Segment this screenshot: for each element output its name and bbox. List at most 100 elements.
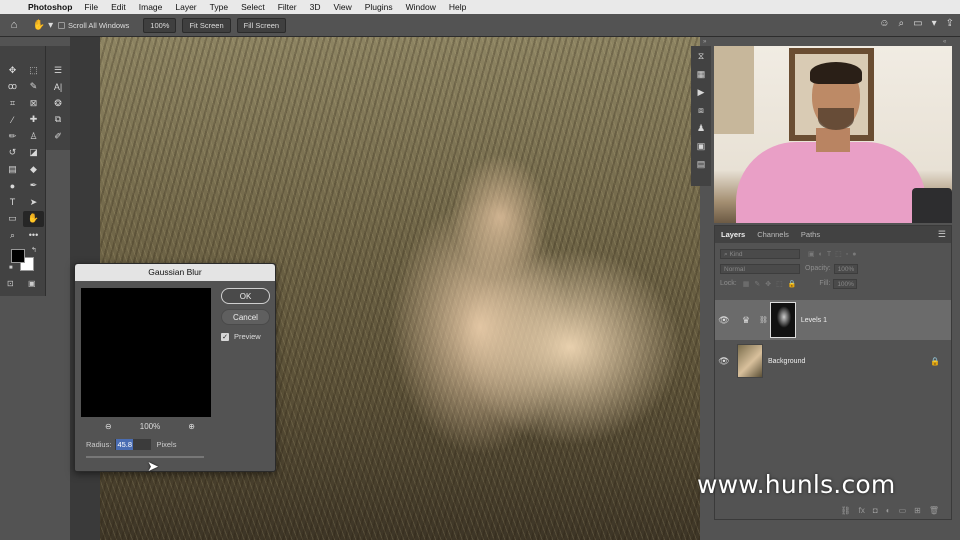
swatches-icon[interactable]: ⧈ [698, 105, 704, 116]
collapse-arrows-icon[interactable]: » [703, 39, 706, 45]
checkbox-box[interactable] [58, 21, 65, 29]
blur-tool-icon[interactable]: ◆ [23, 161, 44, 178]
background-layer-thumbnail[interactable] [737, 344, 763, 378]
move-tool-icon[interactable]: ✥ [2, 62, 23, 79]
frame-tool-icon[interactable]: ⊠ [23, 95, 44, 112]
panel-menu-icon[interactable]: ☰ [938, 229, 946, 240]
search-icon[interactable]: ⌕ [899, 18, 905, 29]
radius-slider[interactable] [86, 456, 204, 458]
actions-play-icon[interactable]: ▶ [698, 87, 705, 98]
fx-icon[interactable]: fx [859, 506, 865, 515]
hand-tool-preset-icon[interactable]: ✋ ▾ [28, 20, 58, 31]
zoom-100-button[interactable]: 100% [143, 17, 177, 33]
preview-checkbox[interactable]: ✓ Preview [221, 332, 261, 341]
delete-layer-icon[interactable]: 🗑 [929, 506, 939, 515]
chain-link-icon[interactable]: ⛓ [759, 316, 768, 324]
more-tools-icon[interactable]: ••• [23, 227, 44, 244]
add-mask-icon[interactable]: ◘ [873, 506, 878, 515]
brush-tool-icon[interactable]: ✏ [2, 128, 23, 145]
collapse-arrows-icon[interactable]: « [943, 39, 946, 45]
clone-source-icon[interactable]: ♟ [697, 123, 705, 134]
menu-file[interactable]: File [84, 2, 98, 12]
blend-mode-select[interactable]: Normal [720, 263, 800, 274]
cancel-button[interactable]: Cancel [221, 309, 270, 325]
quick-select-tool-icon[interactable]: ✎ [23, 79, 44, 96]
fill-input[interactable]: 100% [833, 278, 858, 289]
character-icon[interactable]: A| [48, 79, 69, 96]
radius-input[interactable]: 45.8 [115, 439, 152, 450]
layer-mask-thumbnail[interactable] [769, 302, 796, 338]
healing-brush-tool-icon[interactable]: ✚ [23, 112, 44, 129]
default-colors-icon[interactable]: ■ [9, 265, 13, 271]
menu-3d[interactable]: 3D [310, 2, 321, 12]
share-icon[interactable]: ⇪ [946, 18, 954, 29]
opacity-input[interactable]: 100% [833, 263, 858, 274]
path-select-tool-icon[interactable]: ➤ [23, 194, 44, 211]
share-user-icon[interactable]: ☺ [879, 18, 889, 29]
adjustments-icon[interactable]: ⧉ [48, 112, 69, 129]
swap-colors-icon[interactable]: ↰ [31, 246, 37, 254]
gradient-tool-icon[interactable]: ▤ [2, 161, 23, 178]
properties-icon[interactable]: ☰ [48, 62, 69, 79]
link-layers-icon[interactable]: ⛓ [841, 506, 851, 515]
eyedropper-tool-icon[interactable]: ⁄ [2, 112, 23, 129]
menu-layer[interactable]: Layer [175, 2, 196, 12]
checkmark-icon[interactable]: ✓ [221, 332, 229, 341]
foreground-color-swatch[interactable] [11, 249, 25, 263]
menu-view[interactable]: View [333, 2, 351, 12]
menu-select[interactable]: Select [241, 2, 265, 12]
fill-screen-button[interactable]: Fill Screen [236, 17, 287, 33]
radius-value[interactable]: 45.8 [116, 439, 134, 450]
visibility-eye-icon[interactable]: 👁 [715, 315, 733, 326]
menu-image[interactable]: Image [139, 2, 163, 12]
menu-filter[interactable]: Filter [278, 2, 297, 12]
hand-tool-icon[interactable]: ✋ [23, 210, 44, 227]
layer-row-background[interactable]: 👁 Background 🔒 [715, 341, 951, 381]
type-tool-icon[interactable]: T [2, 194, 23, 211]
home-icon[interactable]: ⌂ [0, 19, 28, 31]
lock-icon[interactable]: 🔒 [930, 357, 940, 366]
scroll-all-windows-checkbox[interactable]: Scroll All Windows [58, 21, 129, 30]
rectangle-tool-icon[interactable]: ▭ [2, 211, 23, 228]
menu-plugins[interactable]: Plugins [365, 2, 393, 12]
stamp-tool-icon[interactable]: ♙ [23, 128, 44, 145]
tab-paths[interactable]: Paths [795, 230, 826, 239]
tab-channels[interactable]: Channels [751, 230, 795, 239]
notes-icon[interactable]: ▤ [697, 159, 706, 170]
layer-name[interactable]: Levels 1 [801, 317, 827, 324]
lock-icons[interactable]: ▦✎✥⬚🔒 [743, 280, 802, 288]
zoom-out-icon[interactable]: ⊖ [105, 422, 112, 431]
filter-kind-select[interactable]: ⌕ Kind [720, 248, 800, 259]
lasso-tool-icon[interactable]: ꝏ [2, 79, 23, 96]
libraries-icon[interactable]: ▦ [697, 69, 706, 80]
menu-help[interactable]: Help [449, 2, 466, 12]
color-palette-icon[interactable]: ❂ [48, 95, 69, 112]
layer-name[interactable]: Background [768, 358, 805, 365]
collapse-panels-icon[interactable]: ▾ [932, 18, 937, 29]
tab-layers[interactable]: Layers [715, 230, 751, 239]
learn-icon[interactable]: ▣ [697, 141, 706, 152]
menu-window[interactable]: Window [406, 2, 436, 12]
marquee-tool-icon[interactable]: ⬚ [23, 62, 44, 79]
history-icon[interactable]: ⧖ [698, 51, 704, 62]
adjustment-layer-icon[interactable]: ◐ [886, 506, 891, 515]
menu-type[interactable]: Type [210, 2, 228, 12]
pen-tool-icon[interactable]: ✒ [23, 178, 44, 195]
layer-row-levels[interactable]: 👁 ♛ ⛓ Levels 1 [715, 300, 951, 340]
eraser-tool-icon[interactable]: ◪ [23, 145, 44, 162]
history-brush-tool-icon[interactable]: ↺ [2, 145, 23, 162]
group-icon[interactable]: ▭ [899, 506, 907, 515]
zoom-tool-icon[interactable]: ⌕ [2, 227, 23, 244]
zoom-in-icon[interactable]: ⊕ [188, 422, 195, 431]
blur-preview-window[interactable] [81, 288, 211, 417]
dodge-tool-icon[interactable]: ● [2, 178, 23, 195]
app-name-menu[interactable]: Photoshop [28, 2, 72, 12]
new-layer-icon[interactable]: ⊞ [914, 506, 921, 515]
crop-tool-icon[interactable]: ⌗ [2, 95, 23, 112]
screen-mode-icon[interactable]: ▣ [28, 279, 36, 288]
menu-edit[interactable]: Edit [111, 2, 126, 12]
brush-settings-icon[interactable]: ✐ [48, 128, 69, 145]
filter-icons[interactable]: ▣◐T⬚▫● [808, 250, 860, 258]
quick-mask-icon[interactable]: ⊡ [7, 279, 14, 288]
ok-button[interactable]: OK [221, 288, 270, 304]
